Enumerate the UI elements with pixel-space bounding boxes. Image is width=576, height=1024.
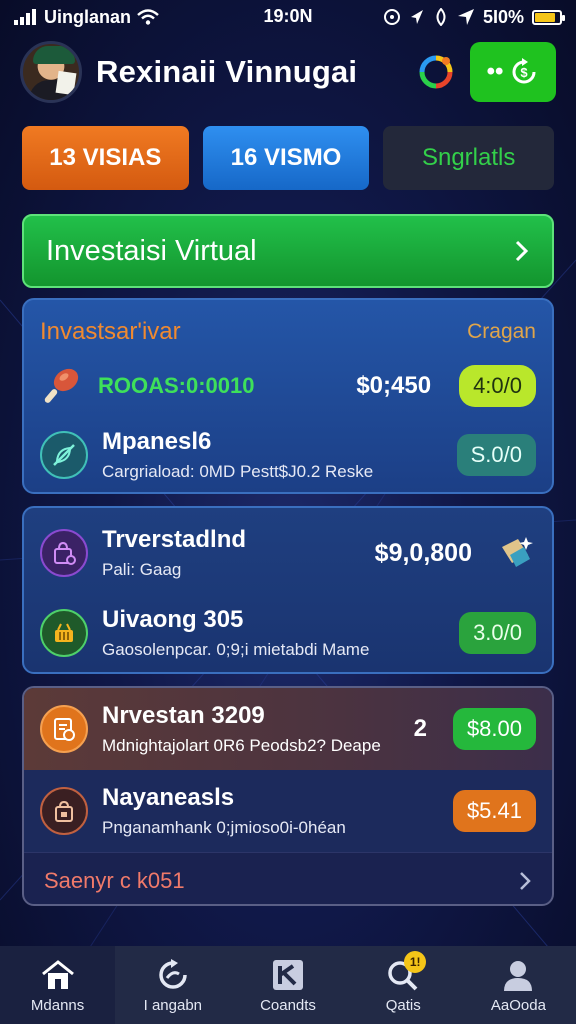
card1-row2-badge[interactable]: S.0/0 <box>456 434 536 476</box>
shopping-bag-icon <box>40 529 88 577</box>
virtual-investment-banner[interactable]: Investaisi Virtual <box>22 214 554 288</box>
nav-search[interactable]: 1! Qatis <box>346 946 461 1024</box>
card3-row1-badge[interactable]: $8.00 <box>452 708 536 750</box>
basket-icon <box>40 609 88 657</box>
avatar[interactable] <box>20 41 82 103</box>
search-icon: 1! <box>384 950 427 993</box>
card3-row2-subtitle: Pnganamhank 0;jmioso0i-0héan <box>102 818 346 837</box>
card3-footer-link[interactable]: Saenyr c k051 <box>24 852 552 904</box>
document-coin-icon <box>40 705 88 753</box>
card3-row1-title: Nrvestan 3209 <box>102 702 265 729</box>
tab-sngrlatls[interactable]: Sngrlatls <box>383 126 554 190</box>
battery-percent: 5I0% <box>482 6 524 27</box>
tab-vismo[interactable]: 16 VISMO <box>202 126 370 190</box>
wifi-icon <box>137 9 159 25</box>
card1-row2-title: Mpanesl6 <box>102 428 212 455</box>
card2-row1-amount: $9,0,800 <box>374 538 472 567</box>
carrier-name: Uinglanan <box>44 6 132 27</box>
nav-search-label: Qatis <box>385 996 421 1014</box>
card2-row-uivaong[interactable]: Uivaong 305 Gaosolenpcar. 0;9;i mietabdi… <box>40 606 536 660</box>
investment-card-1: Invastsar'ivar Cragan ROOAS:0:0010 $0;45… <box>22 298 554 494</box>
svg-text:$: $ <box>521 65 529 80</box>
card1-row-roas[interactable]: ROOAS:0:0010 $0;450 4:0/0 <box>40 364 536 408</box>
card1-row-mpanesl[interactable]: Mpanesl6 Cargriaload: 0MD Pestt$J0.2 Res… <box>40 428 536 482</box>
locked-bag-icon <box>40 787 88 835</box>
chevron-right-icon <box>515 240 529 262</box>
nav-charts-label: Coandts <box>260 996 316 1014</box>
bottom-navigation: Mdanns I angabn Coandts 1! Qatis AaOoda <box>0 946 576 1024</box>
card1-header-left: Invastsar'ivar <box>40 318 181 345</box>
no-leaf-icon <box>40 431 88 479</box>
roas-label: ROOAS:0:0010 <box>98 373 255 398</box>
tab-visias[interactable]: 13 VISIAS <box>22 126 189 190</box>
card3-row-nayaneasls[interactable]: Nayaneasls Pnganamhank 0;jmioso0i-0héan … <box>24 770 552 852</box>
nav-refresh[interactable]: I angabn <box>115 946 230 1024</box>
card2-row-trverstadlnd[interactable]: Trverstadlnd Pali: Gaag $9,0,800 <box>40 508 536 580</box>
card1-badge[interactable]: 4:0/0 <box>459 365 536 407</box>
chevron-right-icon <box>520 871 531 890</box>
navigation-icon <box>457 9 474 25</box>
alarm-icon <box>383 9 400 25</box>
card2-row1-subtitle: Pali: Gaag <box>102 560 182 579</box>
drumstick-icon <box>44 368 79 403</box>
investment-card-3: Nrvestan 3209 Mdnightajolart 0R6 Peodsb2… <box>22 686 554 906</box>
refresh-icon <box>154 957 192 993</box>
drop-icon <box>436 8 446 26</box>
card2-row2-title: Uivaong 305 <box>102 606 244 633</box>
card3-row1-subtitle: Mdnightajolart 0R6 Peodsb2? Deape <box>102 736 381 755</box>
card3-row2-title: Nayaneasls <box>102 784 235 811</box>
sparkle-tag-icon <box>502 537 533 567</box>
card1-row2-subtitle: Cargriaload: 0MD Pestt$J0.2 Reske <box>102 462 374 481</box>
card2-row2-badge[interactable]: 3.0/0 <box>459 612 536 654</box>
card3-row1-marker: 2 <box>413 715 427 742</box>
card1-header-right[interactable]: Cragan <box>467 320 536 344</box>
nav-refresh-label: I angabn <box>143 996 202 1014</box>
investment-card-2: Trverstadlnd Pali: Gaag $9,0,800 Uivaong… <box>22 506 554 674</box>
nav-profile[interactable]: AaOoda <box>461 946 576 1024</box>
card2-row1-title: Trverstadlnd <box>102 526 247 553</box>
card3-row2-badge[interactable]: $5.41 <box>452 790 536 832</box>
app-header: Rexinaii Vinnugai •• $ <box>0 34 576 110</box>
banner-label: Investaisi Virtual <box>46 234 257 267</box>
location-icon <box>410 10 423 24</box>
search-badge: 1! <box>404 950 427 973</box>
card1-amount: $0;450 <box>356 372 432 399</box>
refresh-dollar-icon: $ <box>512 58 536 84</box>
action-dots: •• <box>486 58 504 85</box>
signal-icon <box>14 9 36 25</box>
card3-footer-label: Saenyr c k051 <box>44 867 185 893</box>
nav-charts[interactable]: Coandts <box>230 946 345 1024</box>
nav-profile-label: AaOoda <box>490 996 546 1014</box>
tab-bar: 13 VISIAS 16 VISMO Sngrlatls <box>0 110 576 190</box>
card2-row2-subtitle: Gaosolenpcar. 0;9;i mietabdi Mame <box>102 640 370 659</box>
refresh-dollar-button[interactable]: •• $ <box>470 42 556 102</box>
card3-row-nrvestan[interactable]: Nrvestan 3209 Mdnightajolart 0R6 Peodsb2… <box>24 688 552 770</box>
battery-icon <box>532 9 565 25</box>
clock: 19:0N <box>263 6 313 26</box>
status-bar: Uinglanan 19:0N 5I0% <box>0 0 576 34</box>
home-icon <box>39 957 77 993</box>
nav-home-label: Mdanns <box>30 996 85 1014</box>
app-title: Rexinaii Vinnugai <box>96 54 358 89</box>
palette-icon[interactable] <box>416 52 456 92</box>
chart-icon <box>269 957 307 993</box>
user-icon <box>499 957 537 993</box>
nav-home[interactable]: Mdanns <box>0 946 116 1024</box>
